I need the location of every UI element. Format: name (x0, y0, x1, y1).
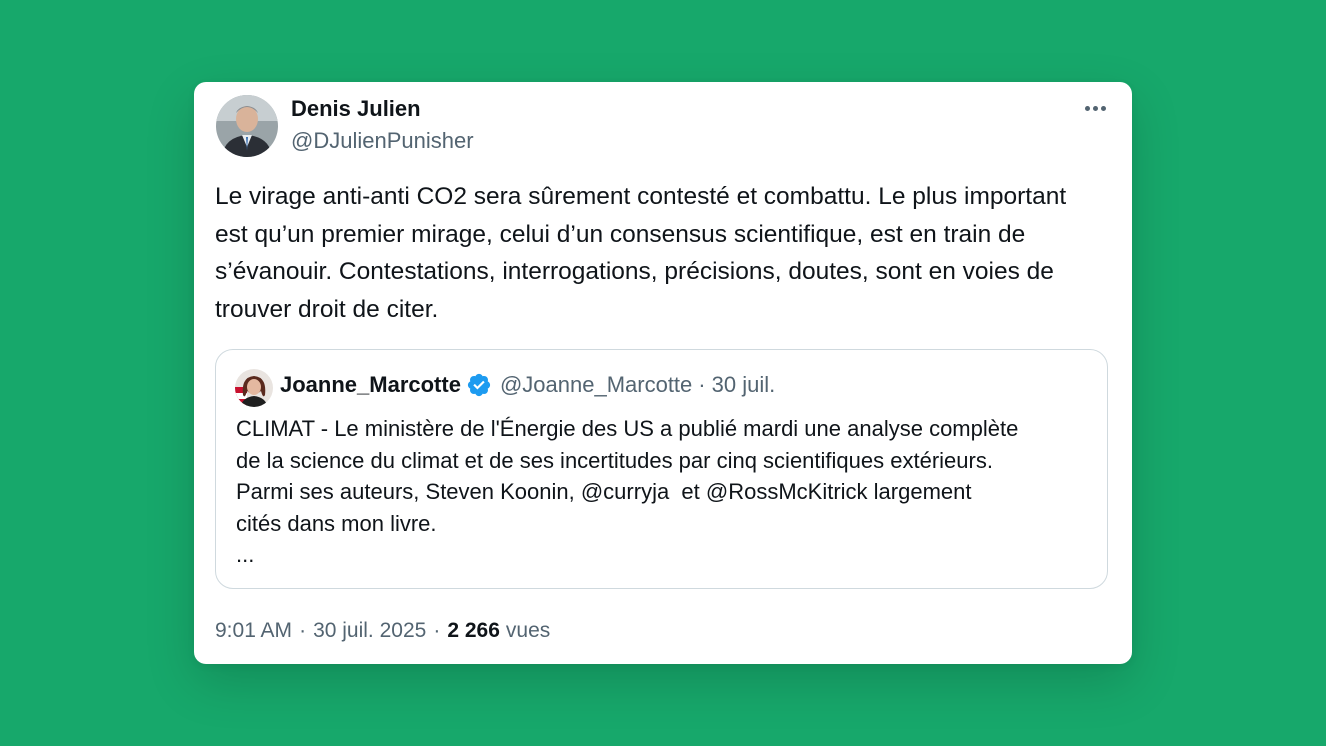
more-options-icon[interactable] (1080, 96, 1110, 120)
views-count[interactable]: 2 266 (447, 619, 500, 643)
tweet-card: Denis Julien @DJulienPunisher Le virage … (194, 82, 1132, 664)
views-label: vues (505, 619, 551, 642)
quoted-date[interactable]: 30 juil. (712, 372, 776, 398)
tweet-text: Le virage anti-anti CO2 sera sûrement co… (215, 183, 1067, 323)
quoted-text-line: ... (236, 542, 255, 567)
quoted-author-name[interactable]: Joanne_Marcotte (280, 372, 461, 398)
quoted-text-line: CLIMAT - Le ministère de l'Énergie des U… (236, 416, 1019, 441)
quoted-tweet[interactable]: Joanne_Marcotte @Joanne_Marcotte · 30 ju… (215, 349, 1108, 589)
quoted-header: Joanne_Marcotte @Joanne_Marcotte · 30 ju… (280, 372, 775, 398)
author-name[interactable]: Denis Julien (291, 96, 421, 122)
quoted-author-avatar[interactable] (235, 369, 273, 407)
more-dot (1092, 105, 1098, 111)
quoted-text-line: de la science du climat et de ses incert… (236, 447, 993, 473)
quoted-avatar-image (235, 369, 273, 407)
quoted-text-line: cités dans mon livre. (236, 510, 437, 536)
tweet-meta: 9:01 AM · 30 juil. 2025 · 2 266 vues (215, 619, 550, 643)
author-handle[interactable]: @DJulienPunisher (291, 128, 474, 154)
quoted-separator: · (698, 372, 706, 397)
quoted-text-line: Parmi ses auteurs, Steven Koonin, @curry… (236, 479, 972, 504)
meta-separator: · (299, 619, 307, 642)
tweet-date[interactable]: 30 juil. 2025 (313, 619, 426, 643)
tweet-time[interactable]: 9:01 AM (215, 619, 292, 643)
more-dot (1100, 105, 1106, 111)
author-avatar-image (216, 95, 278, 157)
meta-separator: · (433, 619, 441, 642)
quoted-text: CLIMAT - Le ministère de l'Énergie des U… (236, 413, 1096, 571)
verified-badge-icon (466, 372, 492, 398)
more-dot (1084, 105, 1090, 111)
author-avatar[interactable] (216, 95, 278, 157)
quoted-author-handle[interactable]: @Joanne_Marcotte (500, 372, 692, 398)
